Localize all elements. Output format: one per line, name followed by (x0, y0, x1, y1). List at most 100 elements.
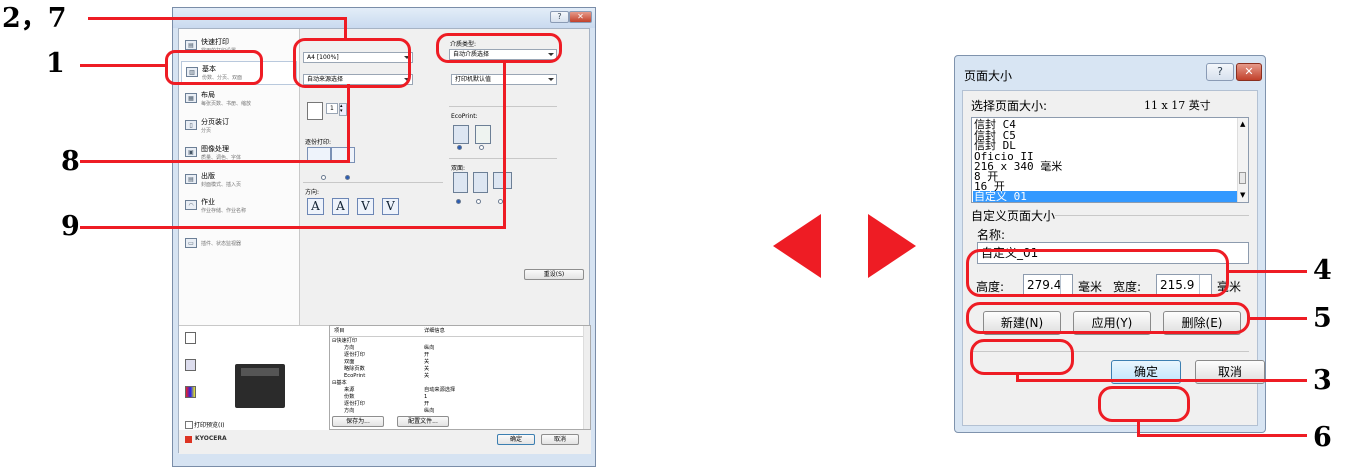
driver-footer: 打印预览(I) 保存为... 配置文件... KYOCERA 确定 取消 (179, 416, 591, 454)
chevron-down-icon (548, 78, 554, 81)
print-preview-checkbox[interactable] (185, 421, 193, 429)
divider (1055, 215, 1249, 216)
summary-row: ⊟基本 (332, 380, 347, 386)
profile-button[interactable]: 配置文件... (397, 416, 449, 427)
nav-label: 布局 (201, 91, 215, 99)
duplex-long-edge-icon (473, 172, 488, 193)
summary-row: ⊟快速打印 (332, 338, 358, 344)
select-size-label: 选择页面大小: (971, 99, 1048, 113)
reset-button[interactable]: 重设(S) (524, 269, 584, 280)
callout-line (80, 64, 168, 67)
scroll-thumb[interactable] (1239, 172, 1246, 184)
highlight-media-type (436, 33, 562, 63)
ecoprint-off-icon (453, 125, 469, 144)
ecoprint-label: EcoPrint: (451, 113, 478, 120)
summary-value: 纵向 (424, 408, 435, 414)
orientation-portrait[interactable]: A (307, 198, 324, 215)
advanced-icon: ▭ (185, 238, 197, 248)
summary-row: 来源 (344, 387, 355, 393)
duplex-off-radio[interactable] (456, 199, 461, 204)
ecoprint-on-radio[interactable] (479, 145, 484, 150)
ecoprint-on-icon (475, 125, 491, 144)
list-scrollbar[interactable]: ▲ ▼ (1237, 118, 1248, 202)
dialog-help-button[interactable]: ? (1206, 63, 1234, 81)
callout-5: 5 (1313, 303, 1332, 334)
orientation-landscape[interactable]: V (357, 198, 374, 215)
list-item-selected[interactable]: 自定义_01 (973, 191, 1242, 202)
callout-9: 9 (61, 211, 80, 242)
summary-row: 双面 (344, 359, 355, 365)
summary-row: 方向 (344, 345, 355, 351)
prev-arrow-icon[interactable] (773, 214, 821, 278)
nav-finishing[interactable]: ▯ 分页装订 分页 (181, 115, 297, 139)
orientation-landscape-rotated[interactable]: V (382, 198, 399, 215)
duplex-long-edge-radio[interactable] (476, 199, 481, 204)
close-button[interactable]: ✕ (569, 11, 592, 23)
nav-publishing[interactable]: ▤ 出版 封面模式、插入页 (181, 169, 297, 193)
quick-print-icon: ▤ (185, 40, 197, 50)
highlight-size-fields (966, 302, 1250, 334)
chevron-down-icon[interactable]: ▼ (1240, 191, 1245, 199)
summary-value: 关 (424, 366, 430, 372)
nav-job[interactable]: ◠ 作业 作业存储、作业名称 (181, 195, 297, 219)
summary-row: 略除页数 (344, 366, 365, 372)
callout-line (347, 84, 350, 163)
summary-header-detail: 详细信息 (424, 328, 445, 334)
orientation-portrait-rotated[interactable]: A (332, 198, 349, 215)
preview-color-tab-icon[interactable] (185, 386, 196, 398)
summary-value: 开 (424, 352, 430, 358)
preview-printer-tab-icon[interactable] (185, 332, 196, 344)
duplex-off-icon (453, 172, 468, 193)
summary-row: EcoPrint (344, 373, 366, 379)
next-arrow-icon[interactable] (868, 214, 916, 278)
nav-layout[interactable]: ▦ 布局每张页数、书册、缩放 (181, 88, 297, 112)
driver-content: ▤ 快速打印 常用的打印设置 ▥ 基本 份数、分页、双面 ▦ 布局 每张页数、书册、缩放 ▯… (178, 28, 591, 454)
callout-4: 4 (1313, 255, 1332, 286)
dialog-close-button[interactable]: ✕ (1236, 63, 1262, 81)
ok-button[interactable]: 确定 (497, 434, 535, 445)
divider (330, 336, 590, 337)
callout-3: 3 (1313, 365, 1332, 396)
nav-sub: 每张页数、书册、缩放 (201, 101, 252, 107)
page-size-dialog: 页面大小 ? ✕ 选择页面大小: 11 x 17 英寸 信封 C4 信封 C5 … (954, 55, 1266, 433)
callout-8: 8 (61, 146, 80, 177)
page-size-list[interactable]: 信封 C4 信封 C5 信封 DL Oficio II 216 x 340 毫米… (971, 117, 1249, 203)
save-as-button[interactable]: 保存为... (332, 416, 384, 427)
summary-row: 逐份打印 (344, 352, 365, 358)
job-icon: ◠ (185, 200, 197, 210)
ecoprint-off-radio[interactable] (457, 145, 462, 150)
preview-area (179, 325, 329, 431)
callout-line (88, 17, 346, 20)
duplex-label: 双面: (451, 165, 466, 172)
copies-spinner[interactable]: ▴ ▾ (339, 103, 347, 116)
summary-header-item: 项目 (334, 328, 345, 334)
callout-line (503, 60, 506, 228)
nav-label: 快速打印 (201, 38, 229, 46)
nav-label: 分页装订 (201, 118, 229, 126)
callout-line (80, 226, 506, 229)
copies-icon (307, 102, 323, 120)
highlight-new-button (970, 339, 1074, 375)
highlight-basic-tab (165, 50, 263, 85)
collate-on-radio[interactable] (345, 175, 350, 180)
print-preview-label: 打印预览(I) (194, 422, 225, 429)
layout-icon: ▦ (185, 93, 197, 103)
callout-6: 6 (1313, 422, 1332, 453)
chevron-up-icon[interactable]: ▲ (1240, 120, 1245, 128)
destination-value: 打印机默认值 (455, 76, 492, 83)
printer-top (241, 368, 279, 376)
callout-2-7: 2，7 (2, 3, 67, 34)
summary-scrollbar[interactable] (583, 326, 590, 429)
summary-row: 份数 (344, 394, 355, 400)
help-button[interactable]: ? (550, 11, 569, 23)
finishing-icon: ▯ (185, 120, 197, 130)
copies-field[interactable]: 1 (326, 103, 338, 114)
collate-off-radio[interactable] (321, 175, 326, 180)
cancel-button[interactable]: 取消 (541, 434, 579, 445)
callout-line (80, 160, 350, 163)
nav-advanced[interactable]: ▭ 插件、状态监视器 (181, 233, 297, 257)
preview-page-tab-icon[interactable] (185, 359, 196, 371)
dialog-titlebar: 页面大小 ? ✕ (955, 56, 1265, 90)
nav-label: 出版 (201, 172, 215, 180)
custom-size-group-label: 自定义页面大小 (971, 209, 1056, 223)
